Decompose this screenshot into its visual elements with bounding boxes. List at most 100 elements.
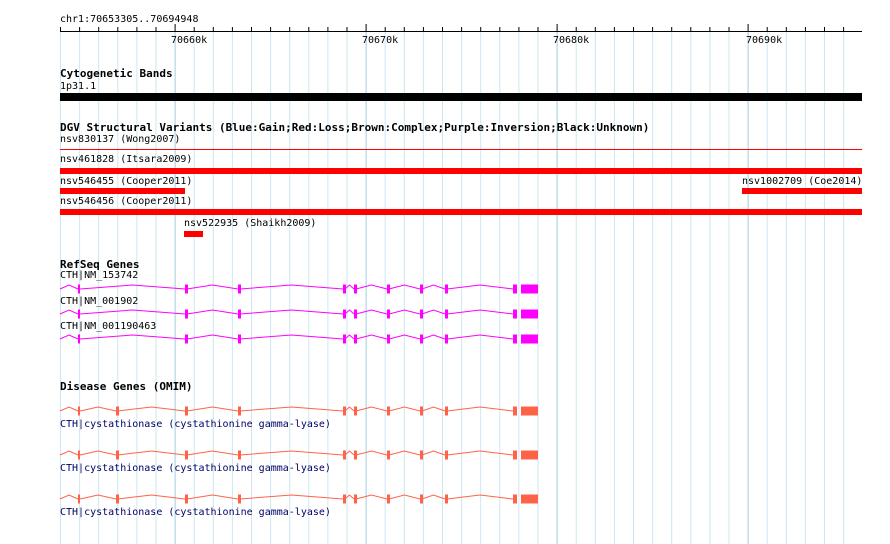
intron-line (59, 309, 79, 315)
intron-line (421, 309, 446, 315)
exon (238, 284, 241, 294)
exon (445, 334, 448, 344)
variant-label[interactable]: nsv546456 (Cooper2011) (60, 196, 192, 208)
exon (513, 334, 517, 344)
exon (387, 450, 390, 460)
exon (78, 334, 80, 344)
exon (78, 450, 80, 460)
intron-line (59, 406, 79, 412)
ruler-range-label: chr1:70653305..70694948 (60, 14, 199, 25)
intron-line (421, 494, 446, 500)
ruler-tick-label: 70660k (171, 35, 208, 46)
exon (185, 284, 188, 294)
intron-line (59, 284, 79, 290)
exon (445, 309, 448, 319)
variant-label[interactable]: nsv546455 (Cooper2011) (60, 176, 192, 188)
intron-line (421, 450, 446, 456)
intron-line (355, 450, 388, 456)
variant-label[interactable]: nsv522935 (Shaikh2009) (184, 218, 316, 230)
ruler-tick-label: 70680k (553, 35, 590, 46)
exon (445, 494, 448, 504)
intron-line (79, 494, 117, 500)
omim-track-title: Disease Genes (OMIM) (60, 380, 193, 393)
variant-label[interactable]: nsv830137 (Wong2007) (60, 134, 180, 146)
exon (521, 406, 538, 416)
exon (420, 284, 423, 294)
gene-label[interactable]: CTH|NM_153742 (60, 270, 138, 282)
intron-line (421, 334, 446, 340)
intron-line (79, 309, 186, 315)
intron-line (344, 450, 355, 456)
intron-line (79, 334, 186, 340)
exon (354, 284, 357, 294)
intron-line (344, 284, 355, 290)
variant-label[interactable]: nsv1002709 (Coe2014) (742, 176, 862, 188)
cytoband-label: 1p31.1 (60, 81, 97, 92)
intron-line (355, 494, 388, 500)
exon (445, 284, 448, 294)
exon (521, 450, 538, 460)
exon (420, 334, 423, 344)
exon (238, 309, 241, 319)
intron-line (446, 284, 514, 290)
exon (354, 450, 357, 460)
exon (387, 284, 390, 294)
exon (343, 309, 346, 319)
exon (513, 494, 517, 504)
exon (343, 284, 346, 294)
intron-line (355, 309, 388, 315)
exon (387, 406, 390, 416)
exon (343, 406, 346, 416)
dgv-track-title: DGV Structural Variants (Blue:Gain;Red:L… (60, 121, 650, 134)
variant-label[interactable]: nsv461828 (Itsara2009) (60, 154, 192, 166)
exon (420, 494, 423, 504)
exon (238, 450, 241, 460)
disease-gene-label[interactable]: CTH|cystathionase (cystathionine gamma-l… (60, 463, 331, 475)
gene-label[interactable]: CTH|NM_001902 (60, 296, 138, 308)
exon (521, 309, 538, 319)
intron-line (344, 334, 355, 340)
exon (445, 450, 448, 460)
disease-gene-label[interactable]: CTH|cystathionase (cystathionine gamma-l… (60, 507, 331, 519)
variant-bar (60, 168, 862, 174)
exon (420, 406, 423, 416)
ruler-tick-label: 70670k (362, 35, 399, 46)
exon (521, 334, 538, 344)
exon (354, 334, 357, 344)
exon (521, 494, 538, 504)
exon (116, 406, 119, 416)
exon (116, 494, 119, 504)
intron-line (446, 494, 514, 500)
exon (387, 309, 390, 319)
exon (116, 450, 119, 460)
exon (185, 450, 188, 460)
intron-line (355, 284, 388, 290)
exon (238, 334, 241, 344)
gene-label[interactable]: CTH|NM_001190463 (60, 321, 156, 333)
exon (238, 406, 241, 416)
exon (238, 494, 241, 504)
exon (445, 406, 448, 416)
exon (78, 406, 80, 416)
intron-line (446, 450, 514, 456)
variant-bar (60, 188, 185, 194)
intron-line (421, 406, 446, 412)
intron-line (79, 450, 117, 456)
intron-line (355, 334, 388, 340)
intron-line (344, 309, 355, 315)
intron-line (59, 450, 79, 456)
variant-bar (60, 209, 862, 215)
intron-line (446, 334, 514, 340)
exon (387, 334, 390, 344)
intron-line (59, 494, 79, 500)
ruler-tick-label: 70690k (746, 35, 783, 46)
exon (354, 494, 357, 504)
exon (354, 309, 357, 319)
intron-line (344, 494, 355, 500)
disease-gene-label[interactable]: CTH|cystathionase (cystathionine gamma-l… (60, 419, 331, 431)
intron-line (446, 406, 514, 412)
exon (420, 450, 423, 460)
exon (387, 494, 390, 504)
exon (78, 494, 80, 504)
exon (185, 494, 188, 504)
